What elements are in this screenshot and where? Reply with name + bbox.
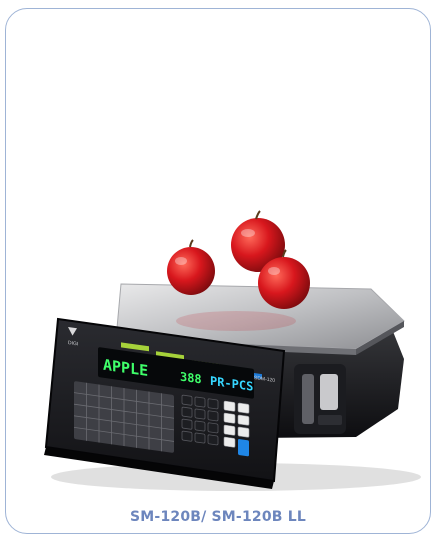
product-caption[interactable]: SM-120B/ SM-120B LL: [6, 509, 430, 525]
scale-product-photo: APPLE 388 PR-PCS DIGI SDM-120: [44, 210, 421, 491]
enter-key: [238, 439, 249, 457]
product-card[interactable]: APPLE 388 PR-PCS DIGI SDM-120 SM-120B/ S…: [5, 8, 431, 534]
